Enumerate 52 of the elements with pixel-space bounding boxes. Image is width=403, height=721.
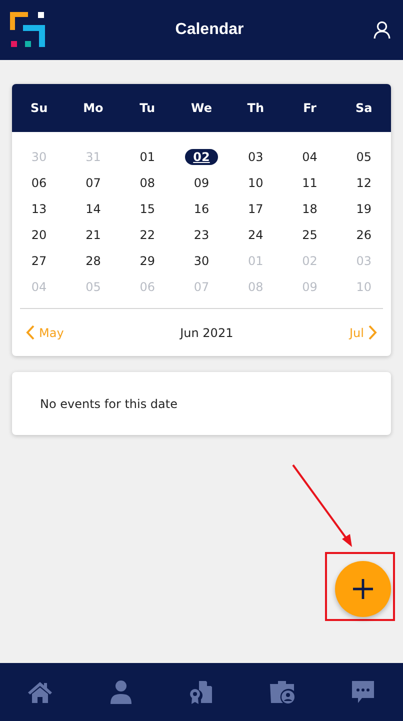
calendar-day[interactable]: 14: [80, 201, 107, 217]
weekday-label: Mo: [82, 101, 104, 115]
add-button[interactable]: [335, 561, 391, 617]
calendar-day[interactable]: 30: [188, 253, 216, 269]
calendar-day[interactable]: 19: [350, 201, 378, 217]
calendar-day[interactable]: 12: [350, 175, 378, 191]
certificate-icon[interactable]: [188, 679, 214, 705]
calendar-day[interactable]: 04: [296, 149, 324, 165]
current-month: Jun 2021: [180, 326, 234, 340]
chevron-left-icon: [26, 325, 35, 340]
chat-icon[interactable]: [350, 679, 376, 705]
chevron-right-icon: [368, 325, 377, 340]
person-icon[interactable]: [108, 679, 134, 705]
highlight-box: [325, 552, 395, 621]
weekday-label: Fr: [302, 101, 318, 115]
calendar-day[interactable]: 15: [134, 201, 161, 217]
plus-icon: [352, 578, 374, 600]
page-title: Calendar: [175, 21, 244, 39]
calendar-day[interactable]: 08: [134, 175, 161, 191]
calendar-day[interactable]: 13: [25, 201, 53, 217]
calendar-day[interactable]: 27: [25, 253, 53, 269]
calendar-day[interactable]: 01: [134, 149, 161, 165]
empty-message: No events for this date: [40, 396, 178, 410]
weekday-label: Tu: [138, 101, 156, 115]
calendar-day[interactable]: 05: [350, 149, 378, 165]
calendar-day[interactable]: 06: [25, 175, 53, 191]
logo-icon: [10, 12, 46, 48]
weekday-label: Sa: [354, 101, 374, 115]
calendar-day[interactable]: 09: [188, 175, 216, 191]
weekday-label: Th: [246, 101, 265, 115]
calendar-day[interactable]: 26: [350, 227, 378, 243]
calendar-day[interactable]: 24: [242, 227, 270, 243]
selected-day[interactable]: 02: [185, 149, 218, 165]
home-icon[interactable]: [27, 679, 54, 705]
calendar-day[interactable]: 17: [242, 201, 270, 217]
calendar-day[interactable]: 16: [188, 201, 216, 217]
calendar-day[interactable]: 29: [134, 253, 161, 269]
calendar-day[interactable]: 20: [25, 227, 53, 243]
calendar-day[interactable]: 23: [188, 227, 216, 243]
calendar-day[interactable]: 10: [242, 175, 270, 191]
calendar-day[interactable]: 21: [80, 227, 107, 243]
calendar-day[interactable]: 03: [242, 149, 270, 165]
contact-card-icon[interactable]: [269, 679, 296, 705]
calendar-day[interactable]: 22: [134, 227, 161, 243]
weekday-label: We: [190, 101, 213, 115]
calendar-day[interactable]: 25: [296, 227, 324, 243]
weekday-label: Su: [29, 101, 49, 115]
calendar-day[interactable]: 11: [296, 175, 324, 191]
calendar-day[interactable]: 28: [80, 253, 107, 269]
calendar-day[interactable]: 18: [296, 201, 324, 217]
user-icon[interactable]: [373, 21, 391, 39]
calendar-day[interactable]: 07: [80, 175, 107, 191]
